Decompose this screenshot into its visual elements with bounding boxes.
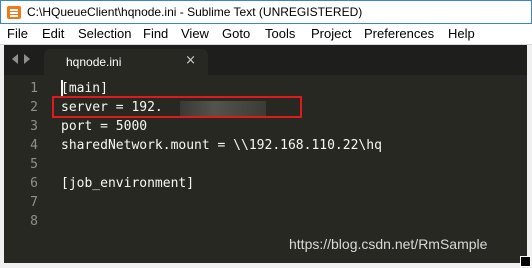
resize-grip[interactable] (520, 256, 531, 267)
menu-preferences[interactable]: Preferences (363, 26, 435, 41)
menu-view[interactable]: View (180, 26, 210, 41)
close-icon[interactable]: × (185, 53, 196, 68)
sublime-text-icon (7, 6, 21, 19)
tab-nav-right-icon[interactable] (24, 54, 30, 64)
menu-help[interactable]: Help (447, 26, 476, 41)
text-cursor (61, 80, 63, 97)
menu-tools[interactable]: Tools (264, 26, 296, 41)
editor-area: hqnode.ini × 1 2 3 4 5 6 7 8 [main] serv… (4, 45, 527, 263)
line-number: 6 (30, 176, 38, 191)
code-line: sharedNetwork.mount = \\192.168.110.22\h… (61, 138, 382, 153)
watermark-text: https://blog.csdn.net/RmSample (289, 236, 488, 252)
line-number: 4 (30, 138, 38, 153)
menu-bar: File Edit Selection Find View Goto Tools… (0, 24, 532, 45)
menu-edit[interactable]: Edit (41, 26, 65, 41)
menu-selection[interactable]: Selection (77, 26, 132, 41)
tab-strip: hqnode.ini × (4, 45, 527, 75)
title-bar: C:\HQueueClient\hqnode.ini - Sublime Tex… (0, 0, 532, 24)
menu-goto[interactable]: Goto (221, 26, 251, 41)
menu-find[interactable]: Find (142, 26, 169, 41)
line-number-gutter: 1 2 3 4 5 6 7 8 (4, 75, 48, 263)
code-line: port = 5000 (61, 119, 148, 134)
highlight-annotation-box (52, 96, 302, 118)
line-number: 5 (30, 157, 38, 172)
tab-nav-left-icon[interactable] (12, 54, 18, 64)
menu-project[interactable]: Project (310, 26, 352, 41)
menu-file[interactable]: File (6, 26, 29, 41)
tab-label: hqnode.ini (66, 55, 122, 69)
line-number: 8 (30, 214, 38, 229)
code-line: [main] (61, 81, 108, 96)
tab-hqnode-ini[interactable]: hqnode.ini × (44, 49, 208, 75)
window-title: C:\HQueueClient\hqnode.ini - Sublime Tex… (27, 5, 363, 19)
code-line: [job_environment] (61, 176, 195, 191)
line-number: 1 (30, 81, 38, 96)
line-number: 2 (30, 100, 38, 115)
line-number: 7 (30, 195, 38, 210)
line-number: 3 (30, 119, 38, 134)
